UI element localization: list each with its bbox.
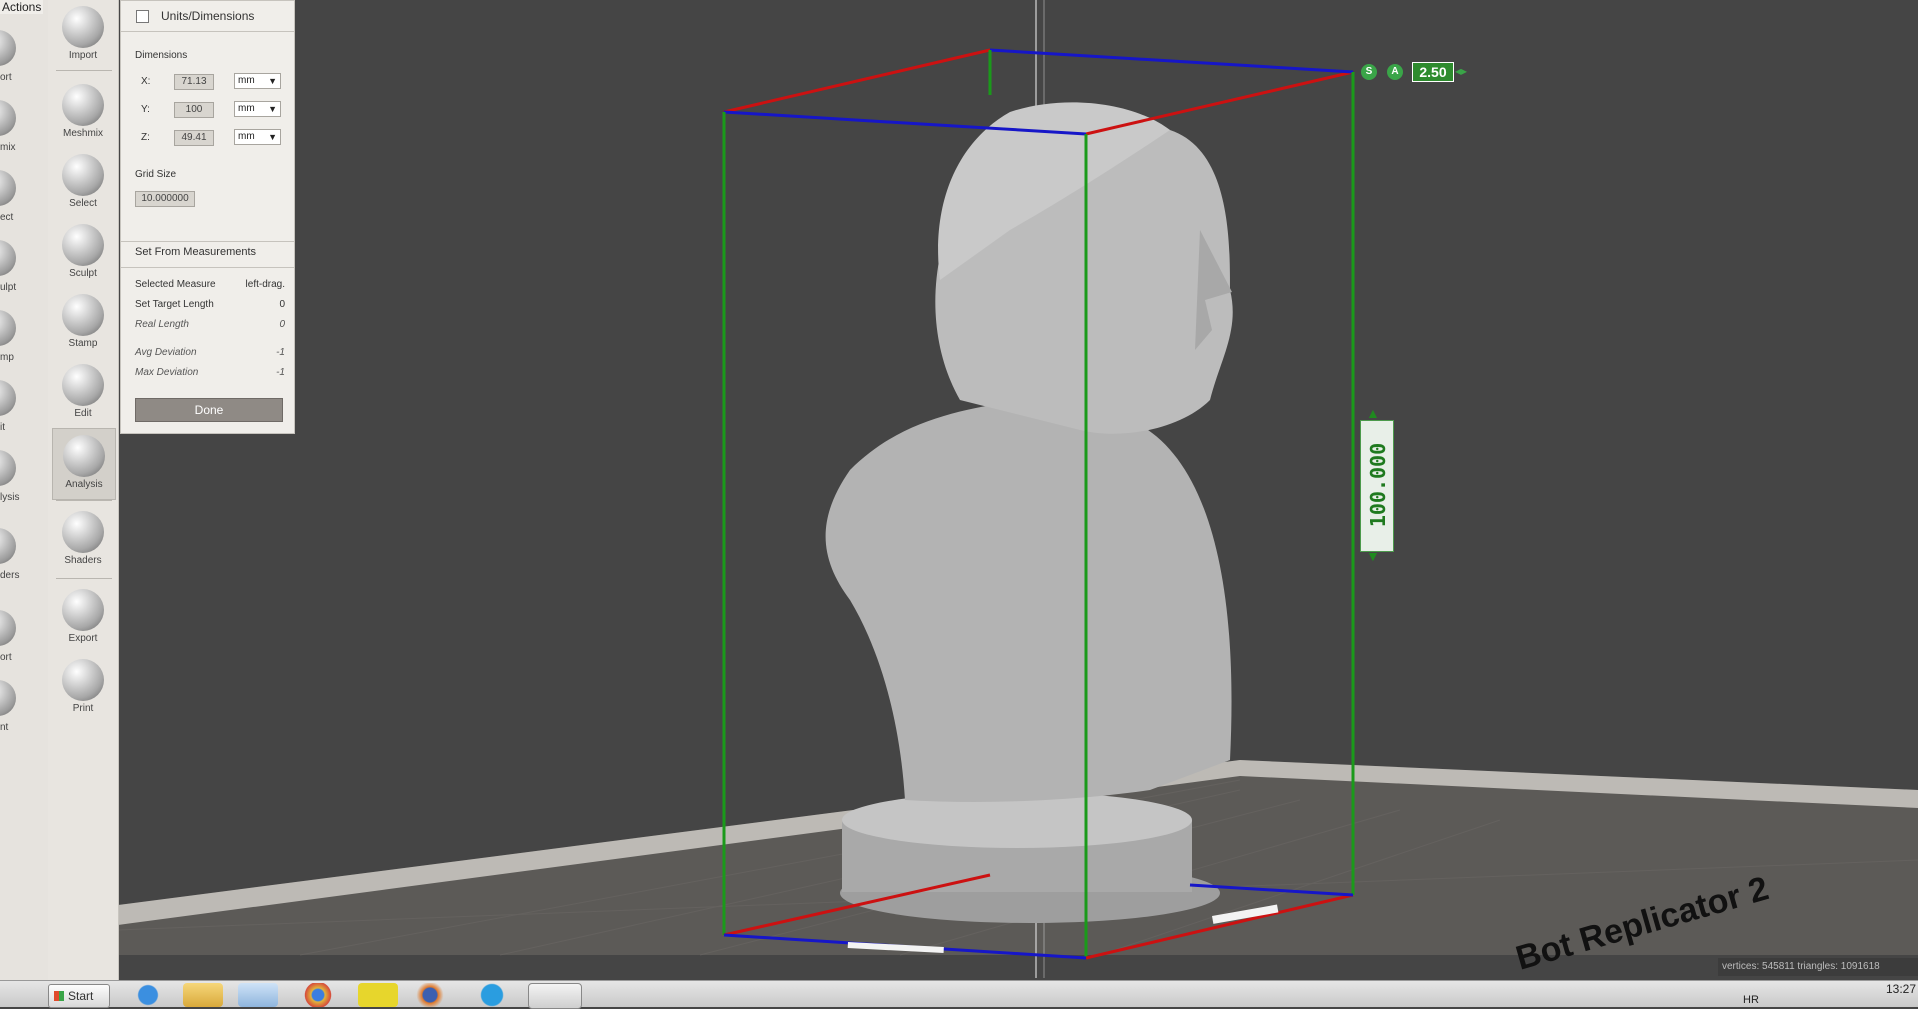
scale-arrows-icon[interactable]: ◂▸ — [1455, 64, 1467, 78]
tool-select[interactable]: Select — [52, 148, 114, 218]
edit-icon[interactable] — [0, 380, 16, 416]
dimensions-label: Dimensions — [135, 50, 188, 61]
z-unit-value: mm — [238, 131, 255, 142]
tool-stamp[interactable]: Stamp — [52, 288, 114, 358]
height-measure-widget[interactable]: 100.000 — [1360, 420, 1394, 552]
stamp-icon — [62, 294, 104, 336]
x-dimension-field[interactable]: 71.13 — [174, 74, 214, 90]
analysis-icon[interactable] — [0, 450, 16, 486]
avg-deviation-row: Avg Deviation -1 — [135, 347, 285, 358]
scale-a-icon[interactable]: A — [1387, 64, 1403, 80]
chevron-down-icon: ▼ — [268, 132, 277, 142]
select-icon[interactable] — [0, 170, 16, 206]
selected-measure-row: Selected Measure left-drag. — [135, 279, 285, 290]
firefox-icon[interactable] — [410, 983, 450, 1007]
tool-analysis[interactable]: Analysis — [52, 428, 116, 500]
scale-s-icon[interactable]: S — [1361, 64, 1377, 80]
tool-export[interactable]: Export — [52, 583, 114, 653]
chevron-down-icon: ▼ — [268, 76, 277, 86]
grid-size-label: Grid Size — [135, 169, 177, 180]
y-dimension-field[interactable]: 100 — [174, 102, 214, 118]
height-down-arrow-icon[interactable]: ▼ — [1366, 548, 1380, 564]
explorer-icon[interactable] — [183, 983, 223, 1007]
windows-taskbar: Start HR 13:27 — [0, 980, 1918, 1009]
panel-title: Units/Dimensions — [161, 9, 255, 23]
windows-flag-icon — [54, 991, 64, 1001]
tool-print[interactable]: Print — [52, 653, 114, 723]
paint-icon[interactable] — [238, 983, 278, 1007]
chevron-down-icon: ▼ — [268, 104, 277, 114]
edit-icon — [62, 364, 104, 406]
tool-sculpt[interactable]: Sculpt — [52, 218, 114, 288]
shader-sphere-icon — [62, 511, 104, 553]
x-unit-value: mm — [238, 75, 255, 86]
start-button[interactable]: Start — [48, 984, 110, 1008]
clock[interactable]: 13:27 — [1886, 982, 1916, 996]
y-unit-select[interactable]: mm ▼ — [234, 101, 281, 117]
y-label: Y: — [141, 104, 150, 115]
printer-icon — [62, 659, 104, 701]
shaders-icon[interactable] — [0, 528, 16, 564]
units-dimensions-panel: Units/Dimensions Dimensions X: 71.13 mm ▼… — [120, 0, 295, 434]
x-unit-select[interactable]: mm ▼ — [234, 73, 281, 89]
export-icon — [62, 589, 104, 631]
max-deviation-row: Max Deviation -1 — [135, 367, 285, 378]
export-icon[interactable] — [0, 610, 16, 646]
brush-icon — [62, 224, 104, 266]
sculpt-icon[interactable] — [0, 240, 16, 276]
panel-toggle-checkbox[interactable] — [136, 10, 149, 23]
set-from-measurements-label: Set From Measurements — [135, 246, 257, 258]
tool-edit[interactable]: Edit — [52, 358, 114, 428]
z-unit-select[interactable]: mm ▼ — [234, 129, 281, 145]
print-icon[interactable] — [0, 680, 16, 716]
mesh-stats-status: vertices: 545811 triangles: 1091618 — [1718, 958, 1918, 976]
skype-icon[interactable] — [472, 983, 512, 1007]
select-arrow-icon — [62, 154, 104, 196]
real-length-row: Real Length 0 — [135, 319, 285, 330]
main-toolbar: Import Meshmix Select Sculpt Stamp Edit … — [48, 0, 119, 980]
meshmixer-icon[interactable] — [528, 983, 582, 1009]
analysis-icon — [63, 435, 105, 477]
scale-value-badge[interactable]: 2.50 — [1412, 62, 1454, 82]
meshmix-icon — [62, 84, 104, 126]
chrome-icon[interactable] — [298, 983, 338, 1007]
actions-header: Actions — [0, 0, 44, 14]
stamp-icon[interactable] — [0, 310, 16, 346]
done-button[interactable]: Done — [135, 398, 283, 422]
import-icon[interactable] — [0, 30, 16, 66]
language-indicator[interactable]: HR — [1743, 994, 1759, 1006]
tool-meshmix[interactable]: Meshmix — [52, 78, 114, 148]
actions-toolbar: Actions ort mix ect ulpt mp it lysis der… — [0, 0, 49, 980]
height-up-arrow-icon[interactable]: ▲ — [1366, 405, 1380, 421]
x-label: X: — [141, 76, 151, 87]
z-label: Z: — [141, 132, 150, 143]
meshmix-icon[interactable] — [0, 100, 16, 136]
set-target-length-row[interactable]: Set Target Length 0 — [135, 299, 285, 310]
plus-icon — [62, 6, 104, 48]
z-dimension-field[interactable]: 49.41 — [174, 130, 214, 146]
height-readout: 100.000 — [1366, 442, 1390, 528]
panel-title-bar: Units/Dimensions — [121, 1, 294, 32]
ie-icon[interactable] — [128, 983, 168, 1007]
grid-size-field[interactable]: 10.000000 — [135, 191, 195, 207]
tool-import[interactable]: Import — [52, 0, 114, 70]
fireworks-icon[interactable] — [358, 983, 398, 1007]
y-unit-value: mm — [238, 103, 255, 114]
tool-shaders[interactable]: Shaders — [52, 505, 114, 575]
